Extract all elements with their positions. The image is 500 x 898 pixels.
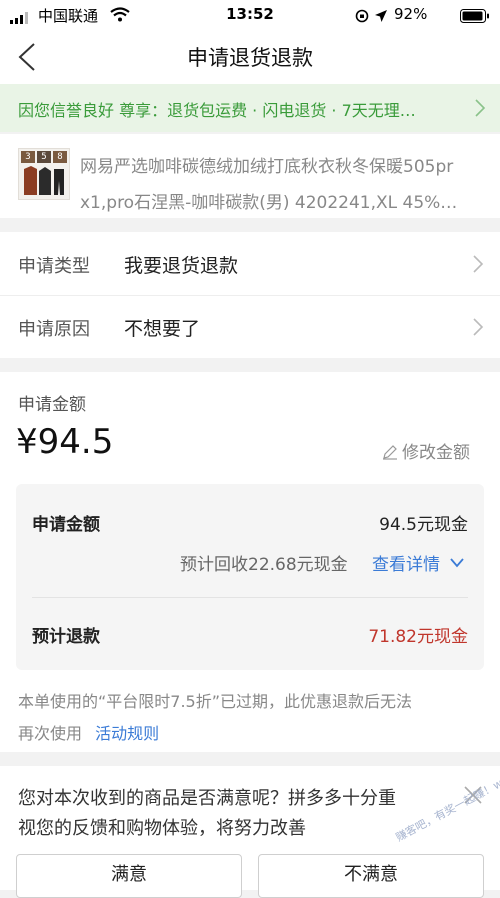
survey-question-line1: 您对本次收到的商品是否满意呢？拼多多十分重 [18, 788, 396, 809]
coupon-note-line2: 再次使用 活动规则 [18, 720, 159, 744]
product-title-line1: 网易严选咖啡碳德绒加绒打底秋衣秋冬保暖505pr [80, 157, 454, 177]
request-reason-value: 不想要了 [124, 318, 201, 340]
battery-percent: 92% [394, 5, 428, 23]
satisfied-button[interactable]: 满意 [16, 854, 242, 898]
product-card[interactable]: 3 5 8 网易严选咖啡碳德绒加绒打底秋衣秋冬保暖505pr x1,pro石涅黑… [0, 134, 500, 218]
promo-banner[interactable]: 因您信誉良好 尊享：退货包运费 · 闪电退货 · 7天无理… [0, 84, 500, 132]
divider [32, 597, 468, 598]
edit-amount-label: 修改金额 [402, 443, 470, 463]
thumb-tag: 8 [53, 151, 67, 163]
activity-rules-link[interactable]: 活动规则 [95, 724, 159, 743]
survey-question-line2: 视您的反馈和购物体验，将努力改善 [18, 818, 306, 839]
edit-amount-button[interactable]: 修改金额 [382, 438, 470, 463]
nav-bar: 申请退货退款 [0, 30, 500, 84]
pencil-icon [383, 445, 397, 460]
request-options: 申请类型 我要退货退款 申请原因 不想要了 [0, 232, 500, 358]
request-type-label: 申请类型 [18, 256, 90, 277]
battery-icon [460, 8, 490, 27]
refund-value: 71.82元现金 [368, 627, 468, 647]
view-details-label: 查看详情 [372, 555, 440, 575]
recycle-text: 预计回收22.68元现金 [180, 555, 348, 575]
clothing-image-icon [24, 166, 64, 195]
request-type-row[interactable]: 申请类型 我要退货退款 [0, 232, 500, 295]
chevron-down-icon [450, 558, 465, 568]
apply-amount-label: 申请金额 [32, 515, 100, 535]
amount-breakdown: 申请金额 94.5元现金 预计回收22.68元现金 查看详情 预计退款 71.8… [16, 484, 484, 670]
amount-value: ¥94.5 [16, 422, 114, 462]
chevron-right-icon [474, 98, 486, 122]
request-type-value: 我要退货退款 [124, 255, 239, 277]
promo-text: 因您信誉良好 尊享：退货包运费 · 闪电退货 · 7天无理… [18, 101, 416, 120]
refund-label: 预计退款 [32, 627, 100, 647]
chevron-right-icon [472, 317, 484, 341]
coupon-note-line1: 本单使用的“平台限时7.5折”已过期，此优惠退款后无法 [18, 692, 413, 711]
thumb-tag: 3 [21, 151, 35, 163]
chevron-right-icon [472, 254, 484, 278]
amount-section: 申请金额 ¥94.5 修改金额 申请金额 94.5元现金 预计回收22.68元现… [0, 372, 500, 752]
status-bar: 中国联通 13:52 92% [0, 0, 500, 30]
request-reason-row[interactable]: 申请原因 不想要了 [0, 296, 500, 358]
amount-title: 申请金额 [18, 395, 86, 415]
coupon-note-text: 再次使用 [18, 724, 83, 743]
page-title: 申请退货退款 [187, 46, 313, 70]
apply-amount-value: 94.5元现金 [379, 515, 468, 535]
unsatisfied-button[interactable]: 不满意 [258, 854, 484, 898]
thumb-tag: 5 [37, 151, 51, 163]
location-arrow-icon [374, 8, 388, 27]
view-details-link[interactable]: 查看详情 [372, 550, 465, 575]
orientation-lock-icon [355, 8, 369, 27]
request-reason-label: 申请原因 [18, 319, 90, 340]
product-thumbnail: 3 5 8 [18, 148, 70, 200]
product-title-line2: x1,pro石涅黑-咖啡碳款(男) 4202241,XL 45%… [80, 193, 458, 213]
